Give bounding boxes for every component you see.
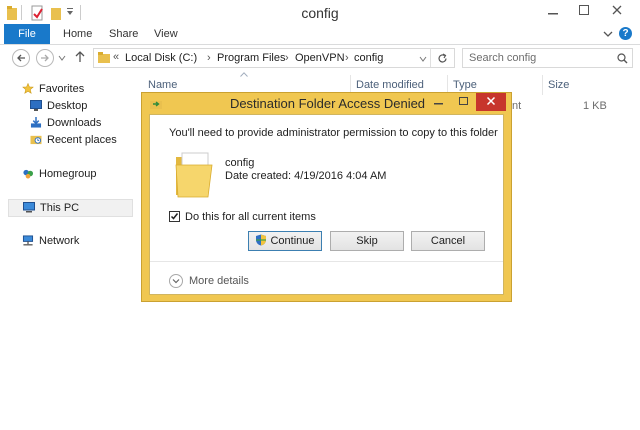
apply-all-checkbox[interactable]	[169, 211, 180, 222]
tab-home[interactable]: Home	[63, 24, 92, 44]
up-arrow-icon[interactable]	[75, 51, 85, 63]
folder-large-icon	[175, 152, 213, 198]
folder-name: config	[225, 157, 255, 169]
file-type-cell: nt	[512, 100, 522, 112]
uac-shield-icon	[256, 234, 267, 246]
desktop-icon	[30, 100, 42, 111]
continue-button[interactable]: Continue	[248, 231, 322, 251]
nav-label: Downloads	[47, 117, 102, 129]
divider	[430, 49, 431, 67]
address-row: « Local Disk (C:) › Program Files › Open…	[0, 45, 640, 71]
recent-locations-icon[interactable]	[58, 54, 66, 62]
nav-label: Desktop	[47, 100, 88, 112]
close-icon	[612, 5, 622, 15]
divider	[150, 261, 503, 262]
chevron-right-icon[interactable]: ›	[345, 52, 349, 64]
minimize-icon	[434, 103, 443, 105]
refresh-icon[interactable]	[437, 53, 448, 64]
dialog-message: You'll need to provide administrator per…	[169, 127, 498, 139]
column-header-size[interactable]: Size	[548, 77, 569, 93]
dialog-body: You'll need to provide administrator per…	[149, 114, 504, 295]
address-dropdown-icon[interactable]	[419, 55, 427, 63]
recent-places-icon	[30, 135, 42, 145]
breadcrumb-openvpn[interactable]: OpenVPN	[295, 52, 345, 64]
dialog-minimize-button[interactable]	[426, 93, 451, 111]
breadcrumb-program-files[interactable]: Program Files	[217, 52, 285, 64]
minimize-button[interactable]	[536, 0, 570, 22]
file-size-cell: 1 KB	[583, 100, 607, 112]
forward-arrow-icon	[41, 54, 49, 62]
expand-ribbon-icon[interactable]	[603, 29, 613, 39]
close-icon	[486, 96, 496, 106]
folder-date-created: Date created: 4/19/2016 4:04 AM	[225, 170, 387, 182]
forward-button[interactable]	[36, 49, 54, 67]
close-button[interactable]	[598, 0, 636, 22]
apply-all-label[interactable]: Do this for all current items	[185, 211, 316, 223]
back-button[interactable]	[12, 49, 30, 67]
column-header-type[interactable]: Type	[453, 77, 477, 93]
chevron-down-icon	[172, 279, 180, 284]
sort-ascending-icon	[240, 72, 248, 77]
address-bar[interactable]: « Local Disk (C:) › Program Files › Open…	[93, 48, 455, 68]
tab-file[interactable]: File	[4, 24, 50, 44]
maximize-button[interactable]	[567, 0, 601, 22]
cancel-button[interactable]: Cancel	[411, 231, 485, 251]
title-bar: config	[0, 0, 640, 26]
search-input[interactable]: Search config	[462, 48, 633, 68]
nav-downloads[interactable]: Downloads	[16, 115, 146, 131]
column-header-name[interactable]: Name	[148, 77, 177, 93]
tab-share[interactable]: Share	[109, 24, 138, 44]
chevron-right-icon[interactable]: ›	[207, 52, 211, 64]
search-placeholder: Search config	[469, 52, 537, 64]
downloads-icon	[30, 117, 42, 128]
minimize-icon	[548, 13, 558, 15]
nav-label: Homegroup	[39, 168, 97, 180]
nav-desktop[interactable]: Desktop	[16, 98, 146, 114]
help-icon[interactable]: ?	[619, 27, 632, 40]
maximize-icon	[579, 5, 589, 15]
back-arrow-icon	[17, 54, 25, 62]
breadcrumb-local-disk[interactable]: Local Disk (C:)	[125, 52, 197, 64]
more-details-label[interactable]: More details	[189, 275, 249, 287]
nav-recent-places[interactable]: Recent places	[16, 132, 146, 148]
dialog-maximize-button[interactable]	[451, 93, 476, 111]
continue-label: Continue	[270, 235, 315, 247]
breadcrumb-overflow[interactable]: «	[113, 51, 119, 63]
ribbon-tabs: File Home Share View ?	[0, 24, 640, 45]
nav-label: Recent places	[47, 134, 117, 146]
skip-button[interactable]: Skip	[330, 231, 404, 251]
nav-network[interactable]: Network	[8, 233, 138, 249]
nav-label: Network	[39, 235, 80, 247]
nav-label: Favorites	[39, 83, 85, 95]
nav-favorites[interactable]: Favorites	[8, 81, 138, 97]
network-icon	[22, 235, 34, 246]
folder-icon	[98, 52, 110, 63]
more-details-toggle[interactable]	[169, 274, 183, 288]
star-icon	[22, 83, 34, 94]
dialog-close-button[interactable]	[476, 93, 506, 111]
nav-homegroup[interactable]: Homegroup	[8, 166, 138, 182]
homegroup-icon	[23, 169, 34, 179]
column-header-date-modified[interactable]: Date modified	[356, 77, 424, 93]
breadcrumb-config[interactable]: config	[354, 52, 383, 64]
search-icon[interactable]	[617, 53, 628, 64]
tab-view[interactable]: View	[154, 24, 178, 44]
maximize-icon	[459, 97, 468, 105]
nav-this-pc[interactable]: This PC	[8, 199, 133, 217]
computer-icon	[23, 202, 35, 213]
chevron-right-icon[interactable]: ›	[285, 52, 289, 64]
checkmark-icon	[170, 213, 179, 220]
nav-label: This PC	[40, 202, 80, 214]
column-separator[interactable]	[542, 75, 543, 95]
access-denied-dialog: Destination Folder Access Denied You'll …	[141, 92, 512, 302]
